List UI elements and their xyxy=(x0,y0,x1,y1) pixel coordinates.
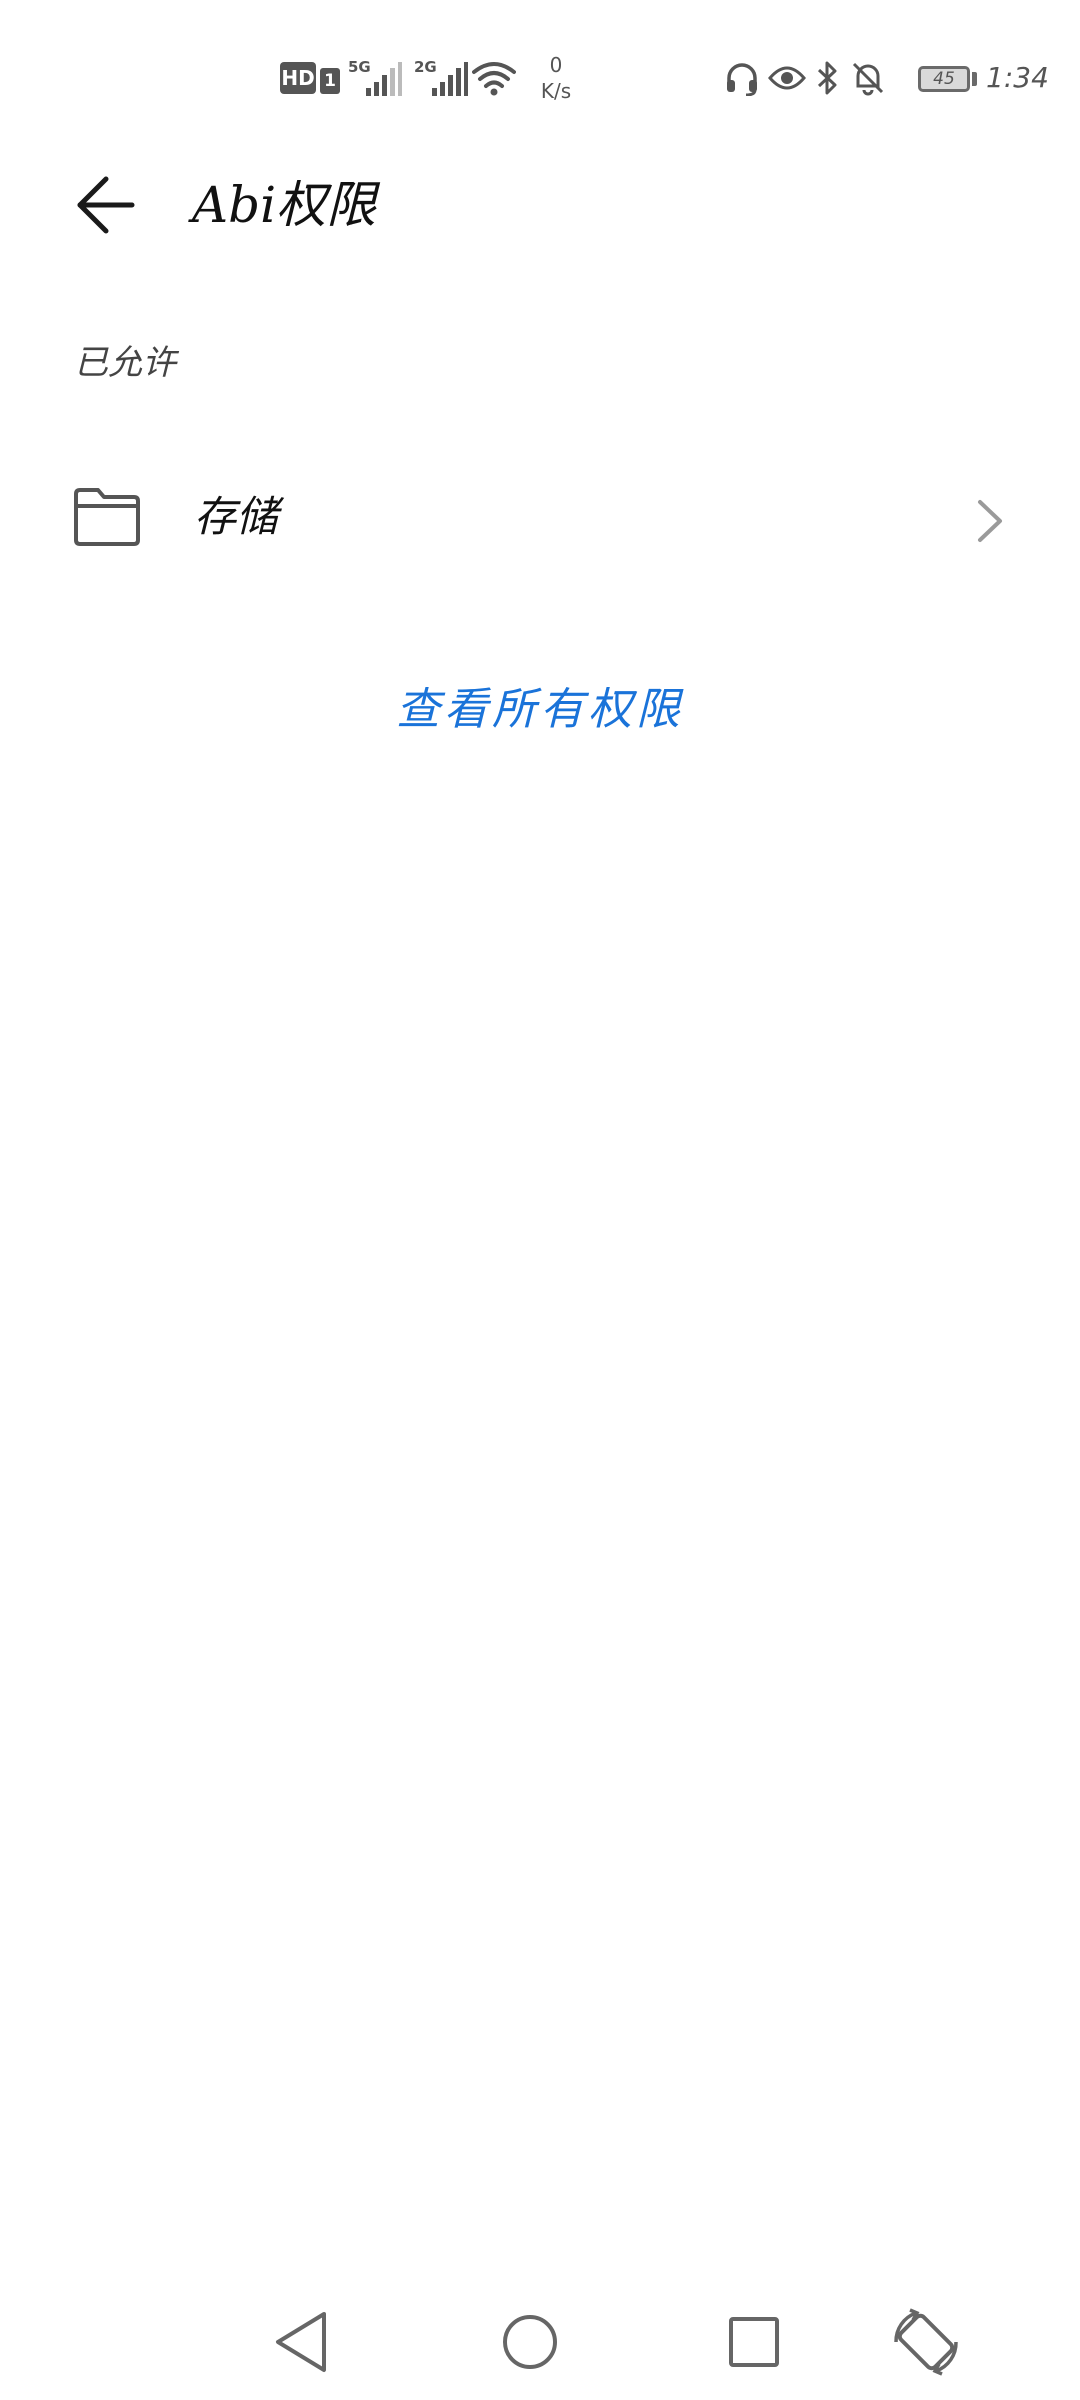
bluetooth-icon xyxy=(817,61,837,95)
page-title: Abi权限 xyxy=(192,176,377,234)
network-speed-value: 0 xyxy=(549,53,563,77)
status-time: 1:34 xyxy=(986,61,1049,94)
folder-icon xyxy=(74,488,140,546)
home-circle-icon xyxy=(503,2315,557,2369)
network-speed: 0 K/s xyxy=(522,52,590,104)
rotate-screen-button[interactable] xyxy=(886,2302,966,2382)
battery-tip xyxy=(972,72,977,86)
back-triangle-icon xyxy=(276,2312,326,2372)
nav-home-button[interactable] xyxy=(490,2302,570,2382)
wifi-icon xyxy=(472,62,516,96)
rotate-screen-icon xyxy=(894,2308,958,2376)
network-speed-unit: K/s xyxy=(540,79,572,103)
status-bar: HD 1 5G 2G 0 K/s 45 1:34 xyxy=(0,0,1080,130)
signal-strength-2-icon xyxy=(432,62,468,96)
back-button[interactable] xyxy=(60,160,150,250)
headset-icon xyxy=(727,63,757,96)
permission-item-storage[interactable]: 存储 xyxy=(0,440,1080,600)
bell-off-icon xyxy=(852,62,884,96)
section-label-allowed: 已允许 xyxy=(74,343,176,383)
battery-icon: 45 xyxy=(918,66,970,92)
permission-item-label: 存储 xyxy=(194,492,279,541)
view-all-permissions-link[interactable]: 查看所有权限 xyxy=(0,680,1080,740)
chevron-right-icon xyxy=(978,500,1002,542)
nav-back-button[interactable] xyxy=(262,2302,342,2382)
hd-badge: HD xyxy=(280,62,316,94)
signal-strength-icon xyxy=(366,62,402,96)
sim-number-badge: 1 xyxy=(320,68,340,94)
eye-icon xyxy=(768,66,806,90)
arrow-left-icon xyxy=(77,176,135,234)
nav-recents-button[interactable] xyxy=(714,2302,794,2382)
recents-square-icon xyxy=(729,2317,779,2367)
